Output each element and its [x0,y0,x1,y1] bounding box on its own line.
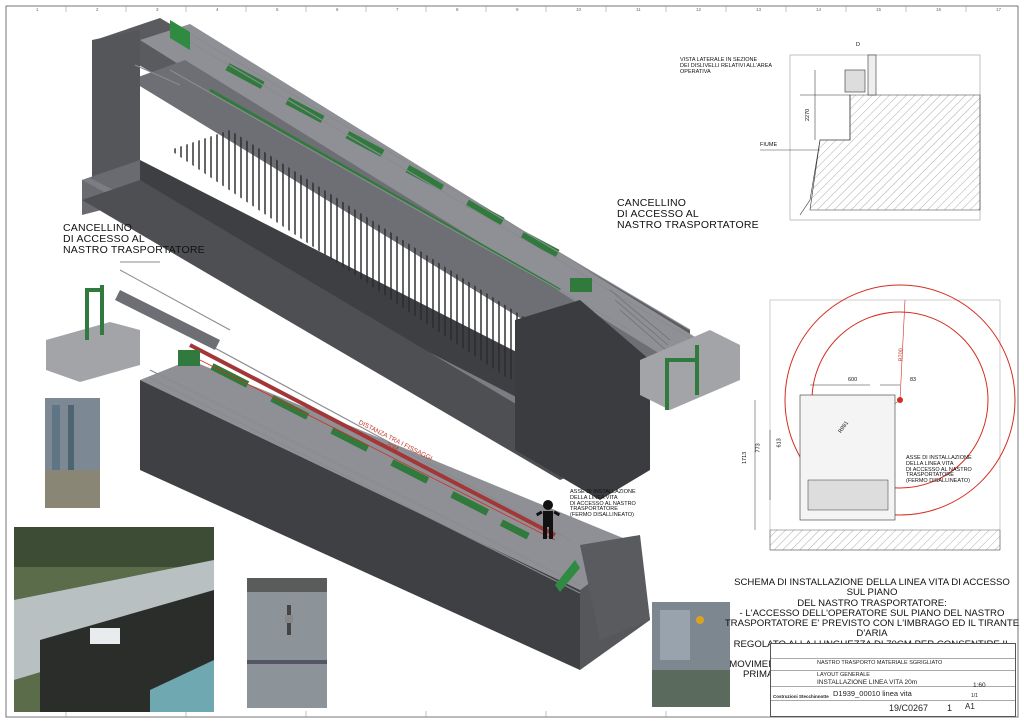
tb-subject-a: LAYOUT GENERALE [817,672,870,678]
dim-h-773: 773 [755,443,762,453]
tb-project: NASTRO TRASPORTO MATERIALE SGRIGLIATO [817,660,943,666]
border-number: 2 [96,7,99,12]
label-gate-left: CANCELLINO DI ACCESSO AL NASTRO TRASPORTAT… [63,222,205,257]
tb-order: 19/C0267 [889,703,929,713]
border-number: 9 [516,7,519,12]
border-number: 14 [816,7,822,12]
dim-radius-large: R700 [898,348,905,362]
dim-width-600: 600 [848,377,858,383]
border-number: 5 [276,7,279,12]
border-number: 17 [996,7,1002,12]
border-number: 15 [876,7,882,12]
label-anchor-axis-right: ASSE DI INSTALLAZIONE DELLA LINEA VITA DI … [906,455,972,485]
side-section-view [760,54,981,221]
border-number: 16 [936,7,942,12]
photo-anchor-detail [652,602,730,707]
border-number: 4 [216,7,219,12]
tb-scale: 1:60 [973,682,986,689]
front-section-view [754,284,1016,551]
dim-section-height: 2270 [805,108,812,122]
tb-company: Costruzioni Stecchinnotte [773,694,829,699]
tb-sheet: 1/1 [971,693,978,699]
dim-marker-d: D [856,42,860,48]
dim-h-613: 613 [776,438,783,448]
label-river: FIUME [760,142,778,148]
tb-qty: 1 [947,703,953,713]
label-gate-right: CANCELLINO DI ACCESSO AL NASTRO TRASPORTAT… [617,197,759,232]
border-number: 3 [156,7,159,12]
border-number: 11 [636,7,641,12]
tb-subject-b: INSTALLAZIONE LINEA VITA 20m [817,679,918,686]
border-number: 12 [696,7,702,12]
label-anchor-axis-center: ASSE DI INSTALLAZIONE DELLA LINEA VITA DI … [570,489,636,519]
label-side-view: VISTA LATERALE IN SEZIONE DEI DISLIVELLI … [680,57,773,75]
border-number: 8 [456,7,459,12]
photo-conveyor-detail [247,578,327,708]
photo-site [14,527,214,712]
tb-format: A1 [965,702,975,711]
border-number: 6 [336,7,339,12]
photo-gratings [45,398,100,508]
dim-h-1713: 1713 [742,451,749,465]
border-number: 10 [576,7,582,12]
tb-drawing: D1939_00010 linea vita [833,689,912,698]
border-number: 1 [36,7,39,12]
border-number: 13 [756,7,762,12]
border-number: 7 [396,7,399,12]
dim-width-83: 83 [910,377,917,383]
title-block: NASTRO TRASPORTO MATERIALE SGRIGLIATO LA… [770,643,1016,717]
